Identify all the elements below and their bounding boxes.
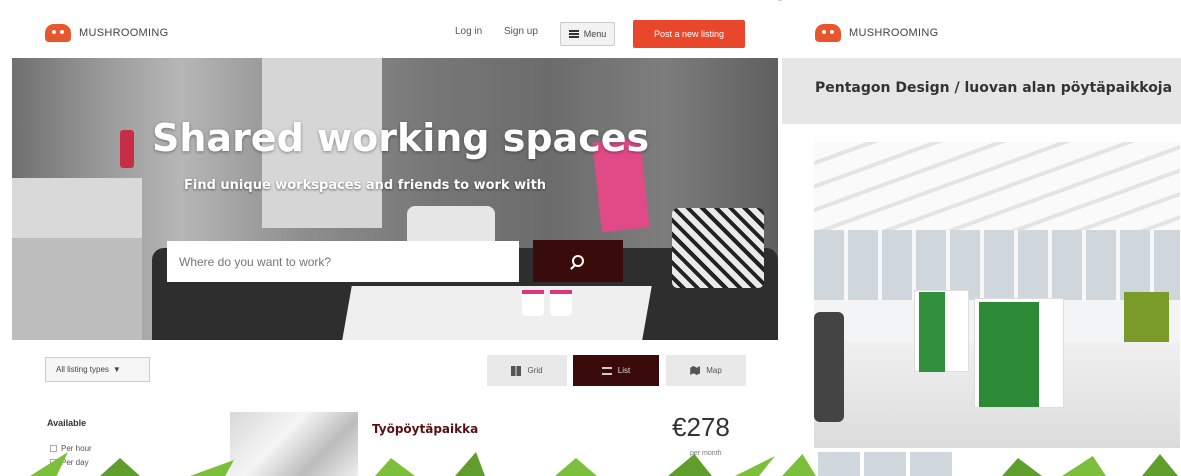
leaf-icon [1062, 456, 1106, 476]
photo-thumbnail[interactable] [818, 452, 860, 476]
listing-detail-page: MUSHROOMING Pentagon Design / luovan ala… [782, 0, 1181, 476]
photo-thumbnail[interactable] [864, 452, 906, 476]
menu-button[interactable]: Menu [560, 22, 615, 46]
leaf-icon [1002, 458, 1042, 476]
listing-title[interactable]: Työpöytäpaikka [372, 422, 478, 436]
photo-thumbnail[interactable] [910, 452, 952, 476]
photo-green-panel [919, 292, 945, 372]
header: MUSHROOMING Log in Sign up Menu Post a n… [0, 10, 778, 58]
hero-photo-cup [550, 290, 572, 316]
hero-banner: Shared working spaces Find unique worksp… [12, 58, 778, 340]
filter-per-hour[interactable]: Per hour [50, 444, 92, 453]
listing-detail-title: Pentagon Design / luovan alan pöytäpaikk… [815, 80, 1173, 96]
listing-type-dropdown[interactable]: All listing types ▼ [45, 357, 150, 382]
hero-photo-shelf [12, 178, 142, 238]
hero-subtitle: Find unique workspaces and friends to wo… [184, 178, 547, 193]
post-listing-button[interactable]: Post a new listing [633, 20, 745, 48]
view-grid-label: Grid [527, 366, 543, 375]
grid-icon [511, 365, 522, 376]
map-icon [690, 366, 701, 375]
listing-main-photo[interactable] [814, 142, 1180, 448]
filter-option-label: Per day [61, 458, 89, 467]
photo-chair [814, 312, 844, 422]
search-input[interactable] [167, 241, 519, 282]
hero-photo-blender [120, 130, 134, 168]
mushroom-logo-icon [815, 24, 841, 42]
brand-name: MUSHROOMING [849, 27, 939, 39]
mushroom-logo-icon [45, 24, 71, 42]
view-list-label: List [617, 366, 631, 375]
list-icon [601, 366, 612, 375]
checkbox[interactable] [50, 445, 57, 452]
hero-photo-pillow-pattern [672, 208, 764, 288]
view-grid-button[interactable]: Grid [487, 355, 567, 386]
signup-link[interactable]: Sign up [504, 26, 538, 37]
photo-thumbnails [818, 452, 952, 476]
hero-photo-cup [522, 290, 544, 316]
hero-photo-table [342, 286, 652, 340]
brand-name: MUSHROOMING [79, 27, 169, 39]
caret-down-icon: ▼ [112, 365, 121, 374]
search-button[interactable] [533, 240, 623, 282]
filter-option-label: Per hour [61, 444, 92, 453]
leaf-icon [782, 454, 816, 476]
listing-price: €278 [672, 412, 730, 442]
brand-logo[interactable]: MUSHROOMING [45, 24, 168, 42]
hero-title: Shared working spaces [152, 116, 650, 160]
hero-photo-cabinet [12, 238, 142, 340]
available-filter-heading: Available [47, 418, 87, 428]
photo-green-panel [979, 302, 1039, 407]
view-map-label: Map [706, 366, 722, 375]
listing-index-page: MUSHROOMING Log in Sign up Menu Post a n… [0, 0, 778, 476]
brand-logo[interactable]: MUSHROOMING [815, 24, 938, 42]
view-map-button[interactable]: Map [666, 355, 746, 386]
login-link[interactable]: Log in [455, 26, 482, 37]
listing-thumbnail[interactable] [230, 412, 358, 476]
screenshot-root: MUSHROOMING Log in Sign up Menu Post a n… [0, 0, 1181, 476]
menu-label: Menu [583, 29, 607, 39]
hamburger-icon [568, 30, 579, 38]
view-list-button[interactable]: List [573, 355, 659, 386]
search-icon [572, 255, 584, 267]
photo-divider [1124, 292, 1169, 342]
leaf-icon [1142, 454, 1178, 476]
listing-type-label: All listing types [56, 365, 109, 374]
photo-windows [814, 230, 1180, 300]
